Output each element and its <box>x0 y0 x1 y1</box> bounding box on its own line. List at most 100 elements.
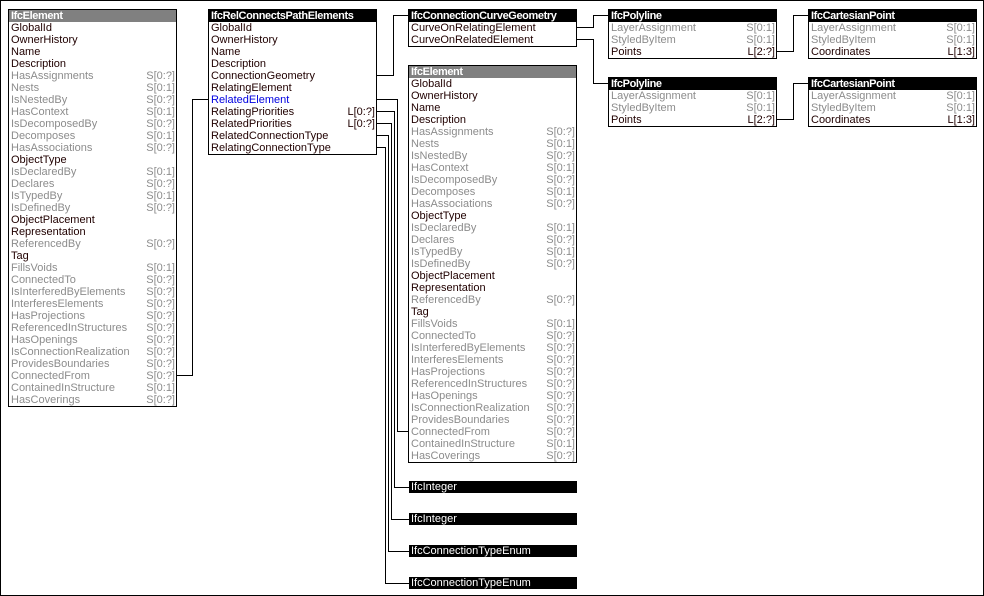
attribute-row[interactable]: Description <box>209 58 376 70</box>
attribute-row[interactable]: Declares S[0:?] <box>9 178 176 190</box>
attribute-row[interactable]: ReferencedInStructures S[0:?] <box>409 378 576 390</box>
entity-ifcrelconnectspathelements[interactable]: IfcRelConnectsPathElements GlobalId OwnerH… <box>208 9 377 155</box>
attribute-row[interactable]: Tag <box>9 250 176 262</box>
attribute-row[interactable]: OwnerHistory <box>209 34 376 46</box>
attribute-row[interactable]: ConnectionGeometry <box>209 70 376 82</box>
attribute-row[interactable]: HasProjections S[0:?] <box>9 310 176 322</box>
attribute-row[interactable]: HasCoverings S[0:?] <box>409 450 576 462</box>
attribute-row[interactable]: Name <box>9 46 176 58</box>
entity-title[interactable]: IfcPolyline <box>609 10 776 22</box>
entity-ifcconnectioncurvegeometry[interactable]: IfcConnectionCurveGeometry CurveOnRelatin… <box>408 9 577 47</box>
attribute-row[interactable]: StyledByItem S[0:1] <box>609 34 776 46</box>
entity-title[interactable]: IfcElement <box>409 66 576 78</box>
attribute-row[interactable]: IsNestedBy S[0:?] <box>409 150 576 162</box>
attribute-row[interactable]: Tag <box>409 306 576 318</box>
attribute-row[interactable]: ObjectType <box>9 154 176 166</box>
attribute-row[interactable]: HasOpenings S[0:?] <box>9 334 176 346</box>
attribute-row[interactable]: ConnectedTo S[0:?] <box>409 330 576 342</box>
attribute-row[interactable]: ReferencedInStructures S[0:?] <box>9 322 176 334</box>
attribute-row[interactable]: RelatedElement <box>209 94 376 106</box>
type-ifcconnectiontypeenum-related[interactable]: IfcConnectionTypeEnum <box>409 545 577 557</box>
attribute-row[interactable]: IsConnectionRealization S[0:?] <box>9 346 176 358</box>
attribute-row[interactable]: CurveOnRelatingElement <box>409 22 576 34</box>
attribute-row[interactable]: Representation <box>409 282 576 294</box>
attribute-row[interactable]: HasAssociations S[0:?] <box>9 142 176 154</box>
attribute-row[interactable]: IsDeclaredBy S[0:1] <box>409 222 576 234</box>
attribute-row[interactable]: LayerAssignment S[0:1] <box>809 22 976 34</box>
attribute-row[interactable]: RelatingElement <box>209 82 376 94</box>
attribute-row[interactable]: Declares S[0:?] <box>409 234 576 246</box>
attribute-row[interactable]: OwnerHistory <box>9 34 176 46</box>
attribute-row[interactable]: Name <box>409 102 576 114</box>
attribute-row[interactable]: Representation <box>9 226 176 238</box>
attribute-row[interactable]: GlobalId <box>9 22 176 34</box>
attribute-row[interactable]: Coordinates L[1:3] <box>809 46 976 58</box>
attribute-row[interactable]: IsInterferedByElements S[0:?] <box>9 286 176 298</box>
attribute-row[interactable]: HasProjections S[0:?] <box>409 366 576 378</box>
attribute-row[interactable]: HasAssociations S[0:?] <box>409 198 576 210</box>
attribute-row[interactable]: IsDefinedBy S[0:?] <box>409 258 576 270</box>
type-ifcconnectiontypeenum-relating[interactable]: IfcConnectionTypeEnum <box>409 577 577 589</box>
attribute-row[interactable]: Points L[2:?] <box>609 114 776 126</box>
attribute-row[interactable]: IsNestedBy S[0:?] <box>9 94 176 106</box>
attribute-row[interactable]: LayerAssignment S[0:1] <box>809 90 976 102</box>
attribute-row[interactable]: HasAssignments S[0:?] <box>409 126 576 138</box>
attribute-row[interactable]: FillsVoids S[0:1] <box>9 262 176 274</box>
entity-ifcpolyline-2[interactable]: IfcPolyline LayerAssignment S[0:1] StyledBy… <box>608 77 777 127</box>
attribute-row[interactable]: IsInterferedByElements S[0:?] <box>409 342 576 354</box>
type-ifcinteger-relating[interactable]: IfcInteger <box>409 481 577 493</box>
attribute-row[interactable]: InterferesElements S[0:?] <box>409 354 576 366</box>
attribute-row[interactable]: OwnerHistory <box>409 90 576 102</box>
entity-title[interactable]: IfcConnectionCurveGeometry <box>409 10 576 22</box>
attribute-row[interactable]: IsConnectionRealization S[0:?] <box>409 402 576 414</box>
attribute-row[interactable]: ObjectPlacement <box>409 270 576 282</box>
attribute-row[interactable]: ConnectedFrom S[0:?] <box>9 370 176 382</box>
attribute-row[interactable]: IsDeclaredBy S[0:1] <box>9 166 176 178</box>
attribute-row[interactable]: ObjectType <box>409 210 576 222</box>
attribute-row[interactable]: Points L[2:?] <box>609 46 776 58</box>
attribute-row[interactable]: InterferesElements S[0:?] <box>9 298 176 310</box>
attribute-row[interactable]: RelatingPriorities L[0:?] <box>209 106 376 118</box>
attribute-row[interactable]: RelatedConnectionType <box>209 130 376 142</box>
attribute-row[interactable]: StyledByItem S[0:1] <box>609 102 776 114</box>
attribute-row[interactable]: Name <box>209 46 376 58</box>
attribute-row[interactable]: IsTypedBy S[0:1] <box>409 246 576 258</box>
attribute-row[interactable]: ObjectPlacement <box>9 214 176 226</box>
attribute-row[interactable]: Coordinates L[1:3] <box>809 114 976 126</box>
attribute-row[interactable]: FillsVoids S[0:1] <box>409 318 576 330</box>
entity-ifcpolyline-1[interactable]: IfcPolyline LayerAssignment S[0:1] StyledBy… <box>608 9 777 59</box>
attribute-row[interactable]: ConnectedTo S[0:?] <box>9 274 176 286</box>
attribute-row[interactable]: LayerAssignment S[0:1] <box>609 90 776 102</box>
attribute-row[interactable]: Nests S[0:1] <box>409 138 576 150</box>
attribute-row[interactable]: ContainedInStructure S[0:1] <box>409 438 576 450</box>
attribute-row[interactable]: HasCoverings S[0:?] <box>9 394 176 406</box>
type-ifcinteger-related[interactable]: IfcInteger <box>409 513 577 525</box>
attribute-row[interactable]: ConnectedFrom S[0:?] <box>409 426 576 438</box>
attribute-row[interactable]: Nests S[0:1] <box>9 82 176 94</box>
entity-ifccartesianpoint-2[interactable]: IfcCartesianPoint LayerAssignment S[0:1] St… <box>808 77 977 127</box>
entity-title[interactable]: IfcCartesianPoint <box>809 78 976 90</box>
attribute-row[interactable]: Decomposes S[0:1] <box>9 130 176 142</box>
attribute-row[interactable]: HasOpenings S[0:?] <box>409 390 576 402</box>
attribute-row[interactable]: ReferencedBy S[0:?] <box>9 238 176 250</box>
attribute-row[interactable]: LayerAssignment S[0:1] <box>609 22 776 34</box>
attribute-row[interactable]: ContainedInStructure S[0:1] <box>9 382 176 394</box>
attribute-row[interactable]: Decomposes S[0:1] <box>409 186 576 198</box>
entity-ifcelement-left[interactable]: IfcElement GlobalId OwnerHistory Name Descri… <box>8 9 177 407</box>
attribute-row[interactable]: ReferencedBy S[0:?] <box>409 294 576 306</box>
attribute-row[interactable]: HasContext S[0:1] <box>9 106 176 118</box>
attribute-row[interactable]: HasContext S[0:1] <box>409 162 576 174</box>
attribute-row[interactable]: GlobalId <box>409 78 576 90</box>
attribute-row[interactable]: ProvidesBoundaries S[0:?] <box>9 358 176 370</box>
attribute-row[interactable]: StyledByItem S[0:1] <box>809 102 976 114</box>
attribute-row[interactable]: Description <box>9 58 176 70</box>
attribute-row[interactable]: GlobalId <box>209 22 376 34</box>
entity-title[interactable]: IfcPolyline <box>609 78 776 90</box>
entity-title[interactable]: IfcElement <box>9 10 176 22</box>
entity-title[interactable]: IfcCartesianPoint <box>809 10 976 22</box>
attribute-row[interactable]: RelatedPriorities L[0:?] <box>209 118 376 130</box>
attribute-row[interactable]: IsDecomposedBy S[0:?] <box>409 174 576 186</box>
attribute-row[interactable]: StyledByItem S[0:1] <box>809 34 976 46</box>
entity-ifccartesianpoint-1[interactable]: IfcCartesianPoint LayerAssignment S[0:1] St… <box>808 9 977 59</box>
attribute-row[interactable]: Description <box>409 114 576 126</box>
